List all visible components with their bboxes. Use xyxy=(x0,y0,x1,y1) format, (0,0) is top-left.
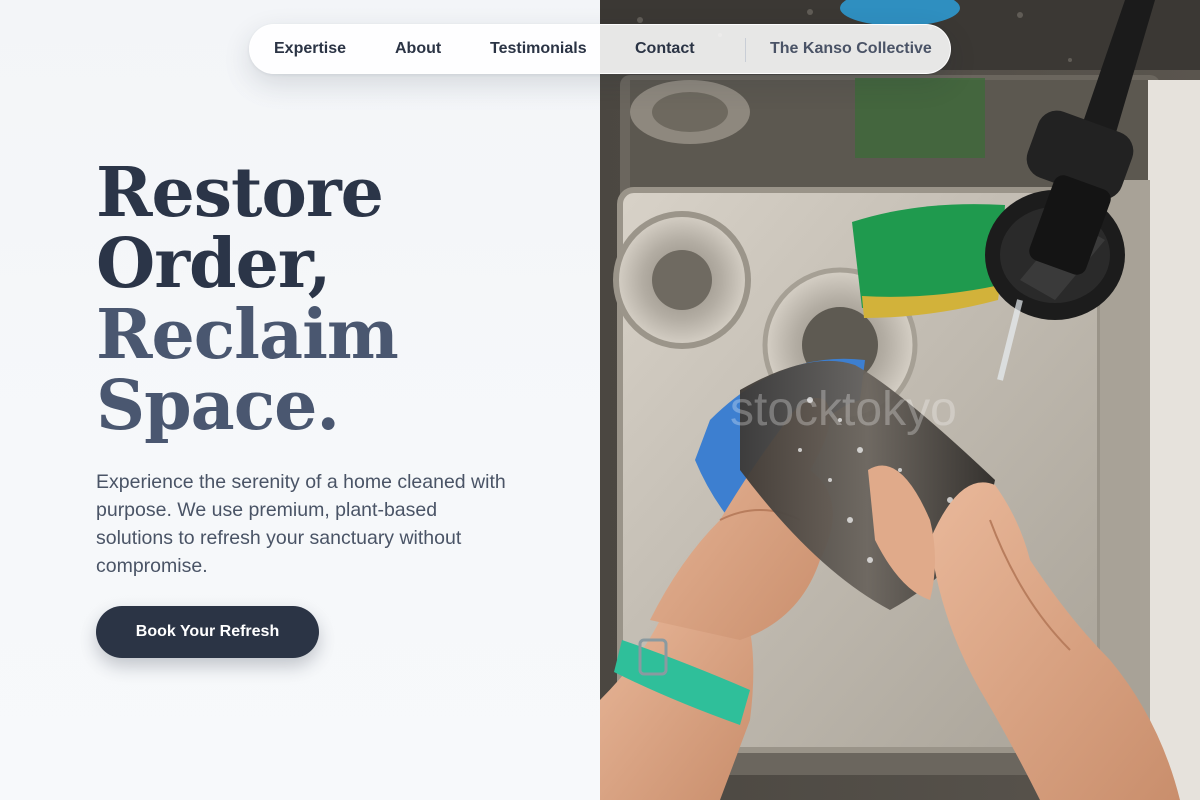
headline-line-1: Restore xyxy=(96,153,384,233)
headline-line-2: Order, xyxy=(96,224,331,304)
nav-item-about[interactable]: About xyxy=(395,25,441,73)
brand-link[interactable]: The Kanso Collective xyxy=(770,25,932,73)
nav-divider xyxy=(745,38,746,62)
nav-item-testimonials[interactable]: Testimonials xyxy=(490,25,587,73)
headline-line-4: Space. xyxy=(96,366,340,446)
hero-description: Experience the serenity of a home cleane… xyxy=(96,471,506,577)
photo-watermark: stocktokyo xyxy=(730,383,957,436)
page: Restore Order, Reclaim Space. Experience… xyxy=(0,0,1200,800)
headline-line-3: Reclaim xyxy=(96,295,399,375)
nav-item-contact[interactable]: Contact xyxy=(635,25,695,73)
sink-dishwashing-image: stocktokyo xyxy=(600,0,1200,800)
hero-panel: Restore Order, Reclaim Space. Experience… xyxy=(0,0,600,800)
hero-headline: Restore Order, Reclaim Space. xyxy=(96,153,399,446)
hero-photo: stocktokyo xyxy=(600,0,1200,800)
book-refresh-button[interactable]: Book Your Refresh xyxy=(96,606,319,658)
main-navigation: Expertise About Testimonials Contact The… xyxy=(249,24,951,74)
nav-item-expertise[interactable]: Expertise xyxy=(274,25,346,73)
